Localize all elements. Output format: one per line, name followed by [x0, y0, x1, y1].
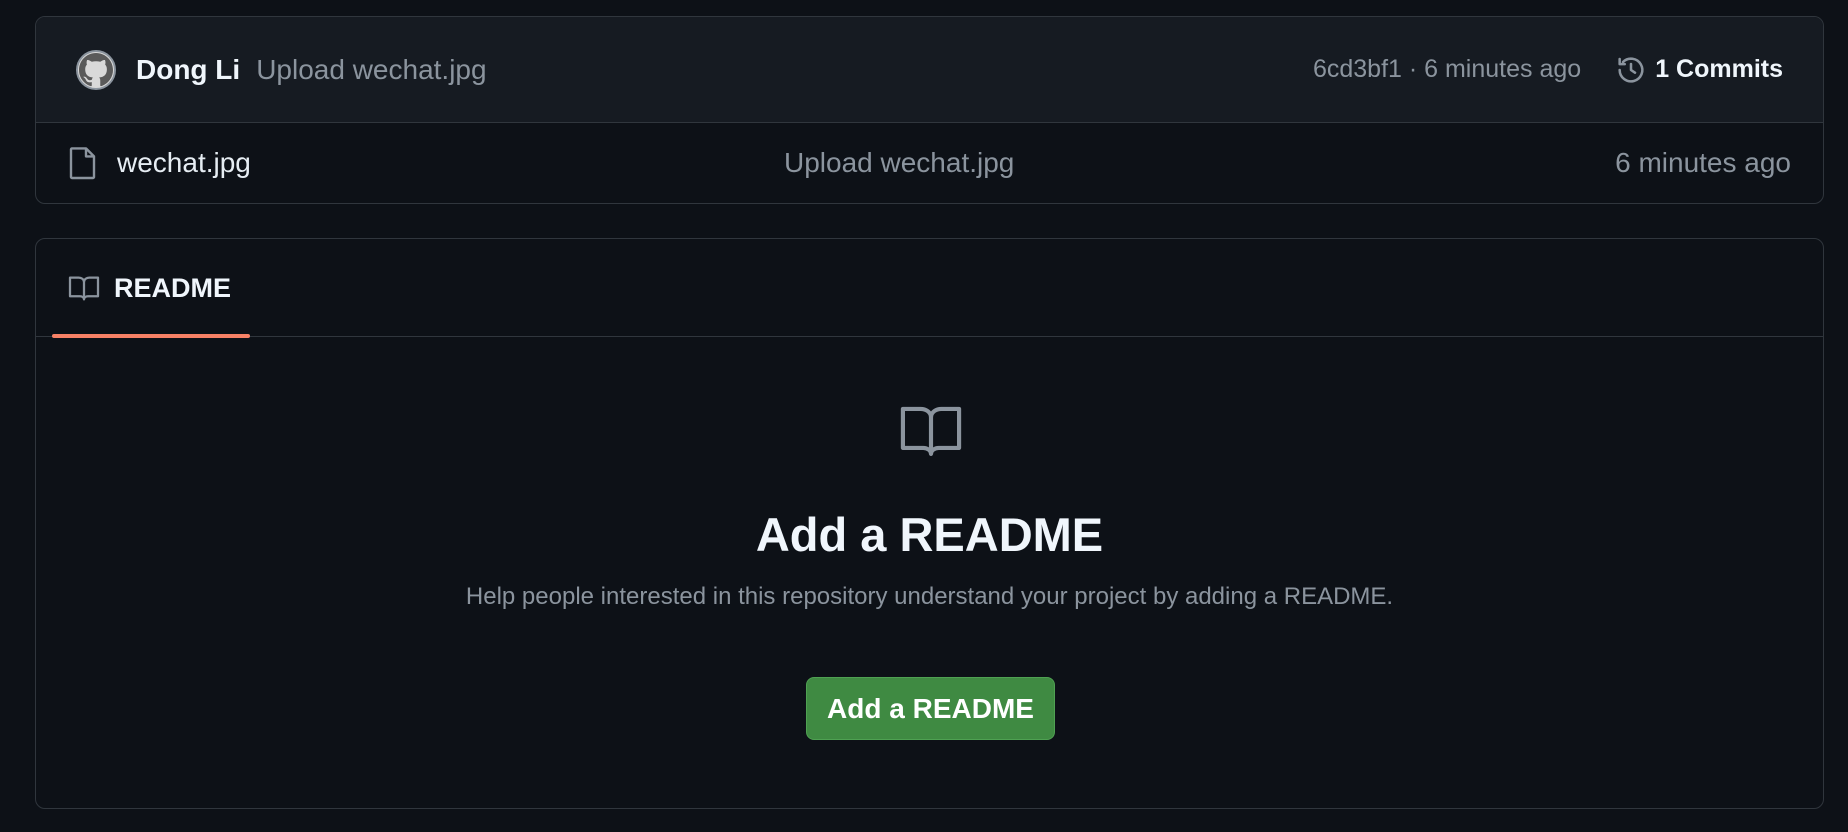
file-list-panel: Dong Li Upload wechat.jpg 6cd3bf1 · 6 mi…: [35, 16, 1824, 204]
history-icon: [1618, 56, 1644, 83]
readme-panel: README Add a README Help people interest…: [35, 238, 1824, 809]
book-icon: [68, 276, 100, 301]
github-octocat-icon: [79, 52, 113, 86]
file-row[interactable]: wechat.jpg Upload wechat.jpg 6 minutes a…: [36, 123, 1823, 203]
empty-state-title: Add a README: [755, 508, 1104, 561]
readme-tab-label: README: [114, 272, 232, 303]
commits-count-label: 1 Commits: [1655, 55, 1783, 83]
file-commit-time: 6 minutes ago: [1615, 147, 1791, 178]
readme-header: README: [36, 239, 1823, 338]
commits-history-link[interactable]: 1 Commits: [1615, 54, 1783, 86]
file-icon: [69, 147, 96, 180]
tab-underline: [52, 334, 250, 338]
file-commit-message[interactable]: Upload wechat.jpg: [784, 147, 1014, 179]
latest-commit-bar: Dong Li Upload wechat.jpg 6cd3bf1 · 6 mi…: [36, 17, 1823, 123]
author-avatar[interactable]: [76, 49, 116, 90]
empty-state-description: Help people interested in this repositor…: [465, 583, 1394, 610]
tab-readme[interactable]: README: [52, 239, 250, 337]
commit-message[interactable]: Upload wechat.jpg: [256, 54, 486, 86]
commit-author[interactable]: Dong Li: [136, 54, 240, 86]
book-icon: [900, 406, 962, 456]
add-readme-button[interactable]: Add a README: [806, 677, 1055, 740]
commit-sha-time[interactable]: 6cd3bf1 · 6 minutes ago: [1313, 55, 1581, 84]
file-name-link[interactable]: wechat.jpg: [117, 147, 251, 179]
